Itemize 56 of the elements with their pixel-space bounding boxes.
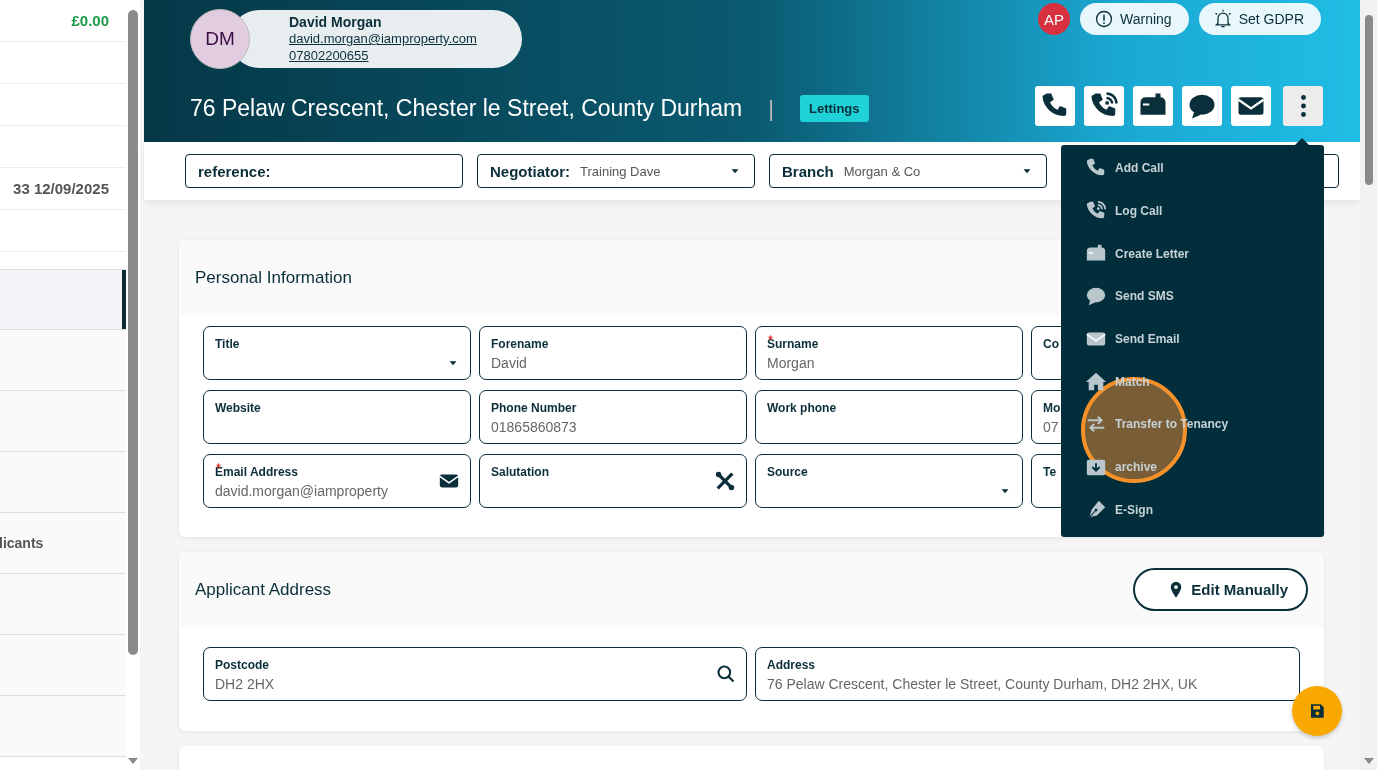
sidebar-item[interactable] [0,269,126,330]
save-button[interactable] [1292,686,1342,736]
input-field[interactable]: Postcode DH2 2HX [203,647,747,701]
more-button[interactable] [1283,86,1323,126]
letter-button[interactable] [1133,86,1173,126]
input-field[interactable]: Website [203,390,471,444]
edit-manually-button[interactable]: Edit Manually [1133,568,1308,611]
input-field[interactable]: Address 76 Pelaw Crescent, Chester le Street, County Durham, DH2 2HX, UK [755,647,1300,701]
scrollbar-thumb[interactable] [1364,15,1373,185]
gdpr-button[interactable]: Set GDPR [1198,3,1321,35]
tools-icon [714,470,736,492]
menu-item[interactable]: Send SMS [1061,275,1324,318]
select-field[interactable]: Negotiator: Training Dave [477,154,755,188]
date-time: 33 12/09/2025 [13,180,109,197]
property-address: 76 Pelaw Crescent, Chester le Street, County Durham [190,95,743,122]
scrollbar-thumb[interactable] [128,10,138,655]
menu-item[interactable]: Add Call [1061,147,1324,190]
input-field[interactable]: Work phone [755,390,1023,444]
email-link[interactable]: david.morgan@iamproperty.com [289,30,477,47]
sidebar-item[interactable]: licants [0,513,126,574]
phone-button[interactable] [1035,86,1075,126]
input-field[interactable]: reference: [185,154,463,188]
input-field[interactable]: Phone Number 01865860873 [479,390,747,444]
user-avatar[interactable]: AP [1038,3,1070,35]
speech-bubble-icon [1085,285,1107,308]
input-field[interactable]: Forename David [479,326,747,380]
scroll-down-icon[interactable] [1363,758,1374,764]
more-icon [1300,95,1306,117]
menu-item[interactable]: Log Call [1061,189,1324,233]
sms-button[interactable] [1182,86,1222,126]
menu-item[interactable]: Create Letter [1061,232,1324,276]
menu-item[interactable]: archive [1061,445,1324,489]
lettings-tag: Lettings [799,95,869,122]
select-field[interactable]: Source [755,454,1023,508]
input-field[interactable]: Email Address david.morgan@iamproperty [203,454,471,508]
input-field[interactable]: Surname Morgan [755,326,1023,380]
select-field[interactable]: Title [203,326,471,380]
menu-item[interactable]: E-Sign [1061,488,1324,532]
separator: | [768,95,774,122]
warning-button[interactable]: Warning [1080,3,1189,35]
balance-amount: £0.00 [71,12,109,29]
exclamation-circle-icon [1094,9,1114,29]
log-call-button[interactable] [1084,86,1124,126]
section-title: Applicant Address [195,579,332,600]
save-icon [1308,702,1326,720]
menu-item[interactable]: Send Email [1061,317,1324,361]
phone-link[interactable]: 07802200655 [289,47,369,64]
section-title: Personal Information [195,267,352,288]
search-icon [716,664,736,684]
input-field[interactable]: Salutation [479,454,747,508]
bell-icon [1212,9,1233,29]
select-field[interactable]: Branch Morgan & Co [769,154,1047,188]
contact-name: David Morgan [289,14,382,30]
email-button[interactable] [1231,86,1271,126]
house-icon [1085,370,1107,393]
contact-avatar: DM [190,9,250,69]
